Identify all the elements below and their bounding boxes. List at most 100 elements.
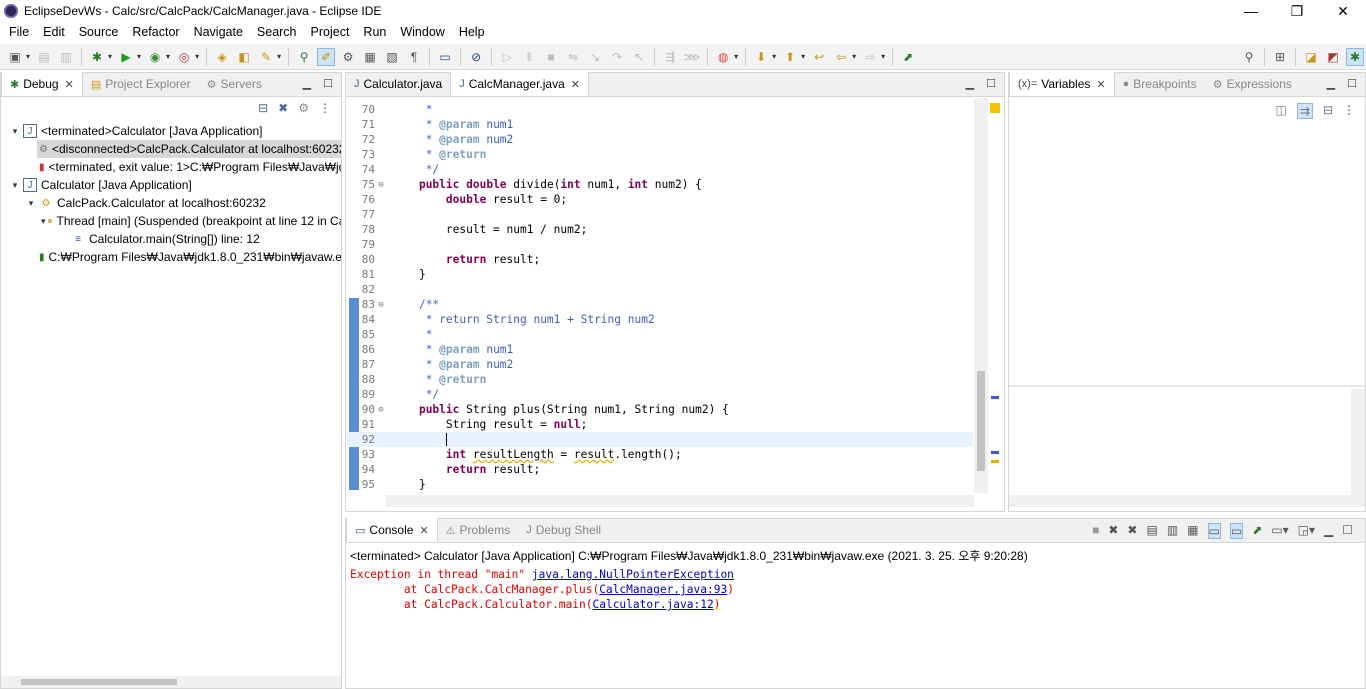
menu-navigate[interactable]: Navigate (187, 25, 250, 39)
details-vertical-scrollbar[interactable] (1351, 389, 1365, 495)
minimize-button[interactable]: — (1228, 0, 1274, 22)
tab-console[interactable]: ▭ Console ✕ (346, 518, 438, 542)
new-icon[interactable]: ▣ (6, 48, 24, 66)
code-line[interactable]: 82 (347, 282, 973, 297)
close-icon[interactable]: ✕ (1096, 78, 1105, 91)
use-step-filters-icon[interactable]: ⋙ (683, 48, 701, 66)
coverage-icon[interactable]: ◉ (146, 48, 164, 66)
pin-editor-icon[interactable]: ⬈ (899, 48, 917, 66)
open-perspective-icon[interactable]: ⊞ (1271, 48, 1289, 66)
close-button[interactable]: ✕ (1320, 0, 1366, 22)
menu-edit[interactable]: Edit (36, 25, 72, 39)
code-line[interactable]: 84 * return String num1 + String num2 (347, 312, 973, 327)
close-icon[interactable]: ✕ (571, 78, 580, 91)
code-line[interactable]: 95 } (347, 477, 973, 490)
twisty-icon[interactable]: ▾ (9, 180, 21, 191)
java-perspective-icon[interactable]: ◩ (1324, 48, 1342, 66)
menu-project[interactable]: Project (304, 25, 357, 39)
step-over-icon[interactable]: ↷ (608, 48, 626, 66)
show-whitespace-icon[interactable]: ▧ (383, 48, 401, 66)
details-horizontal-scrollbar[interactable] (1009, 495, 1365, 507)
code-line[interactable]: 72 * @param num2 (347, 132, 973, 147)
resume-icon[interactable]: ▷ (498, 48, 516, 66)
search-icon[interactable]: ⚲ (1240, 48, 1258, 66)
search-tool-icon[interactable]: ✎ (257, 48, 275, 66)
menu-run[interactable]: Run (356, 25, 393, 39)
tree-item-thread-main[interactable]: ▾ ⏸ Thread [main] (Suspended (breakpoint… (41, 212, 341, 230)
collapse-all-icon[interactable]: ⊟ (1323, 103, 1333, 119)
code-line[interactable]: 87 * @param num2 (347, 357, 973, 372)
maximize-view-icon[interactable]: ☐ (1342, 523, 1353, 539)
menu-help[interactable]: Help (452, 25, 492, 39)
tab-variables[interactable]: (x)= Variables ✕ (1009, 72, 1115, 96)
code-editor[interactable]: 70 * 71 * @param num1 72 * @param num2 73 … (347, 98, 975, 490)
run-icon[interactable]: ▶ (117, 48, 135, 66)
save-icon[interactable]: ▤ (35, 48, 53, 66)
show-type-names-icon[interactable]: ◫ (1276, 103, 1287, 119)
maximize-button[interactable]: ❐ (1274, 0, 1320, 22)
menu-search[interactable]: Search (250, 25, 304, 39)
drop-to-frame-icon[interactable]: ⇶ (661, 48, 679, 66)
close-icon[interactable]: ✕ (419, 524, 428, 537)
highlight-icon[interactable]: ✐ (317, 47, 336, 66)
code-line[interactable]: 88 * @return (347, 372, 973, 387)
code-line[interactable]: 91 String result = null; (347, 417, 973, 432)
debug-perspective-icon[interactable]: ✱ (1346, 47, 1364, 66)
fold-toggle-icon[interactable]: ⊖ (375, 300, 387, 310)
tab-breakpoints[interactable]: ● Breakpoints (1115, 72, 1205, 96)
remove-all-terminated-icon[interactable]: ✖ (1127, 523, 1137, 539)
scroll-lock-icon[interactable]: ▥ (1167, 523, 1178, 539)
code-line[interactable]: 89 */ (347, 387, 973, 402)
maximize-view-icon[interactable]: ☐ (323, 77, 333, 90)
editor-horizontal-scrollbar[interactable] (386, 495, 974, 507)
menu-file[interactable]: File (2, 25, 36, 39)
tree-item-calculator-launch[interactable]: ▾ J Calculator [Java Application] (1, 176, 341, 194)
tab-problems[interactable]: ⚠ Problems (438, 518, 519, 542)
chrome-icon[interactable]: ◍ (714, 48, 732, 66)
open-folder-icon[interactable]: ◧ (235, 48, 253, 66)
pin-console-icon[interactable]: ⬈ (1252, 523, 1262, 539)
terminate-icon[interactable]: ■ (542, 48, 560, 66)
console-content[interactable]: <terminated> Calculator [Java Applicatio… (346, 544, 1365, 688)
code-line[interactable]: 83 ⊖ /** (347, 297, 973, 312)
word-wrap-icon[interactable]: ▦ (1187, 523, 1198, 539)
forward-icon[interactable]: ⇨ (861, 48, 879, 66)
menu-window[interactable]: Window (393, 25, 451, 39)
twisty-icon[interactable]: ▾ (41, 216, 46, 227)
minimize-view-icon[interactable]: ▁ (966, 77, 974, 90)
open-type-icon[interactable]: ◈ (213, 48, 231, 66)
maximize-view-icon[interactable]: ☐ (1347, 77, 1357, 90)
debug-icon[interactable]: ✱ (88, 48, 106, 66)
code-line[interactable]: 90 ⊖ public String plus(String num1, Stri… (347, 402, 973, 417)
show-on-output-icon[interactable]: ▭ (1207, 523, 1221, 539)
tree-item-stack-frame[interactable]: ≡ Calculator.main(String[]) line: 12 (69, 230, 341, 248)
fold-toggle-icon[interactable]: ⊖ (375, 405, 387, 415)
stack-trace-link[interactable]: Calculator.java:12 (592, 598, 713, 611)
pilcrow-icon[interactable]: ¶ (405, 48, 423, 66)
tab-debug-shell[interactable]: J Debug Shell (518, 518, 609, 542)
code-line[interactable]: 94 return result; (347, 462, 973, 477)
tree-item-disconnected-target[interactable]: ⚙ <disconnected>CalcPack.Calculator at l… (37, 140, 341, 158)
skip-all-icon[interactable]: ⊘ (467, 48, 485, 66)
details-splitter[interactable] (1009, 385, 1365, 387)
terminal-icon[interactable]: ▭ (436, 48, 454, 66)
code-line[interactable]: 78 result = num1 / num2; (347, 222, 973, 237)
fold-toggle-icon[interactable]: ⊖ (375, 180, 387, 190)
tab-project-explorer[interactable]: ▤ Project Explorer (83, 72, 199, 96)
twisty-icon[interactable]: ▾ (9, 126, 21, 137)
stack-trace-link[interactable]: CalcManager.java:93 (599, 583, 727, 596)
minimize-view-icon[interactable]: ▁ (303, 77, 311, 90)
code-line[interactable]: 73 * @return (347, 147, 973, 162)
twisty-icon[interactable]: ▾ (25, 198, 37, 209)
view-menu-icon[interactable]: ⋮ (319, 101, 331, 115)
last-edit-icon[interactable]: ↩ (810, 48, 828, 66)
step-into-icon[interactable]: ↘ (586, 48, 604, 66)
clear-console-icon[interactable]: ▤ (1146, 523, 1157, 539)
collapse-all-icon[interactable]: ⊟ (258, 101, 268, 115)
view-menu-icon[interactable]: ⋮ (1343, 103, 1355, 119)
minimize-view-icon[interactable]: ▁ (1324, 523, 1333, 539)
java-ee-perspective-icon[interactable]: ◪ (1302, 48, 1320, 66)
tab-servers[interactable]: ⚙ Servers (199, 72, 270, 96)
editor-vertical-scrollbar[interactable] (974, 98, 988, 493)
tree-item-debug-target[interactable]: ▾ ⚙ CalcPack.Calculator at localhost:602… (25, 194, 341, 212)
